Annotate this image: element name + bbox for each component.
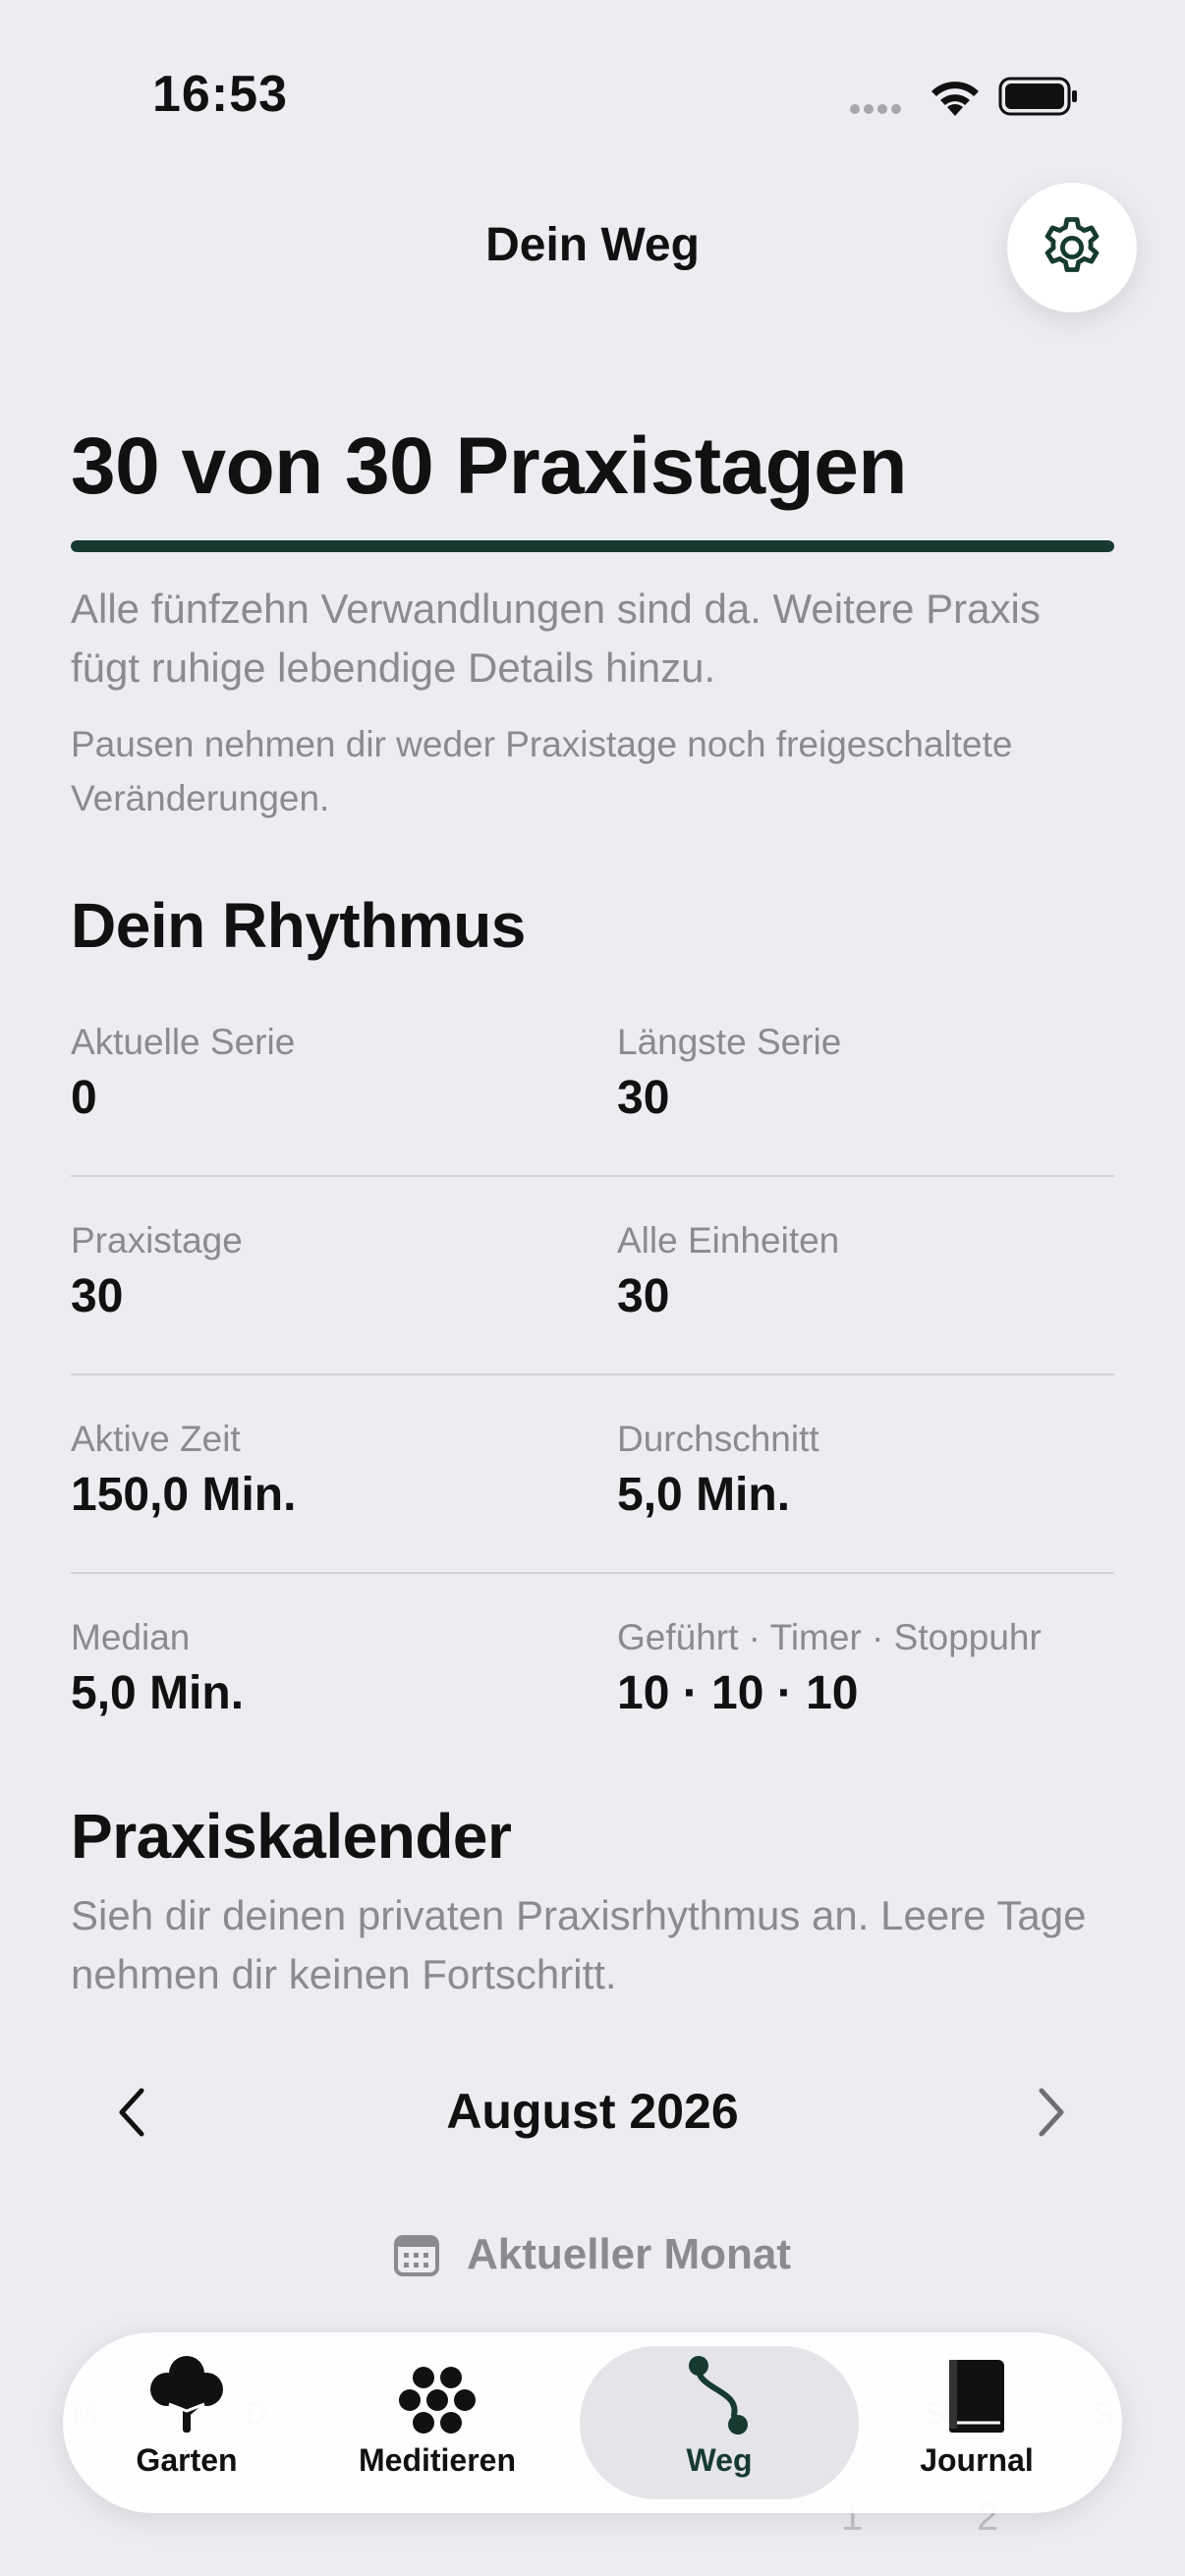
- tree-icon: [150, 2356, 223, 2433]
- stat-longest-streak: Längste Serie 30: [617, 1022, 841, 1125]
- stat-label: Aktive Zeit: [71, 1419, 241, 1459]
- calendar-month-label: August 2026: [446, 2084, 739, 2139]
- divider: [71, 1175, 1114, 1177]
- progress-bar: [71, 540, 1114, 552]
- wifi-icon: [931, 82, 979, 116]
- current-month-label: Aktueller Monat: [466, 2230, 792, 2278]
- stat-value: 5,0 Min.: [617, 1469, 791, 1521]
- stat-value: 30: [617, 1072, 670, 1124]
- book-icon: [949, 2360, 1004, 2433]
- tab-label: Garten: [136, 2442, 238, 2478]
- stat-current-streak: Aktuelle Serie 0: [71, 1022, 295, 1125]
- progress-bar-fill: [71, 540, 1114, 552]
- stat-value: 30: [617, 1270, 670, 1322]
- stat-practice-days: Praxistage 30: [71, 1220, 243, 1323]
- stat-value: 5,0 Min.: [71, 1667, 245, 1719]
- next-month-button[interactable]: [1028, 2083, 1075, 2142]
- stat-average: Durchschnitt 5,0 Min.: [617, 1419, 819, 1522]
- divider: [71, 1572, 1114, 1574]
- progress-description: Alle fünfzehn Verwandlungen sind da. Wei…: [71, 586, 1041, 691]
- stat-value: 10 · 10 · 10: [617, 1667, 859, 1719]
- current-month-button[interactable]: Aktueller Monat: [0, 2230, 1185, 2279]
- stat-label: Aktuelle Serie: [71, 1022, 296, 1062]
- section-title-rhythm: Dein Rhythmus: [71, 890, 526, 961]
- tab-garden[interactable]: Garten: [102, 2346, 271, 2499]
- flower-dots-icon: [399, 2367, 476, 2434]
- section-title-calendar: Praxiskalender: [71, 1801, 512, 1872]
- stat-median: Median 5,0 Min.: [71, 1617, 244, 1720]
- battery-icon: [998, 77, 1077, 116]
- stat-value: 0: [71, 1072, 97, 1124]
- progress-title: 30 von 30 Praxistagen: [71, 421, 907, 511]
- divider: [71, 1373, 1114, 1375]
- path-icon: [689, 2356, 748, 2435]
- stat-label: Geführt · Timer · Stoppuhr: [617, 1617, 1042, 1657]
- stat-label: Praxistage: [71, 1220, 243, 1260]
- status-time: 16:53: [152, 66, 288, 123]
- progress-note: Pausen nehmen dir weder Praxistage noch …: [71, 724, 1013, 818]
- calendar-icon: [393, 2235, 439, 2276]
- tab-meditate[interactable]: Meditieren: [348, 2346, 527, 2499]
- stat-label: Median: [71, 1617, 191, 1657]
- cellular-signal-icon: [850, 101, 909, 115]
- calendar-description: Sieh dir deinen privaten Praxisrhythmus …: [71, 1892, 1087, 1997]
- gear-icon: [1044, 217, 1100, 272]
- stat-all-sessions: Alle Einheiten 30: [617, 1220, 839, 1323]
- stat-label: Alle Einheiten: [617, 1220, 840, 1260]
- stat-value: 30: [71, 1270, 124, 1322]
- stat-label: Längste Serie: [617, 1022, 842, 1062]
- stat-mode-breakdown: Geführt · Timer · Stoppuhr 10 · 10 · 10: [617, 1617, 1042, 1720]
- stat-active-time: Aktive Zeit 150,0 Min.: [71, 1419, 296, 1522]
- tab-label: Journal: [920, 2442, 1034, 2478]
- settings-button[interactable]: [1007, 183, 1137, 312]
- tab-journal[interactable]: Journal: [888, 2346, 1065, 2499]
- tab-label: Meditieren: [358, 2442, 517, 2478]
- tab-path[interactable]: Weg: [580, 2346, 859, 2499]
- tab-bar: Garten Meditieren Weg Journal: [63, 2332, 1122, 2513]
- stat-value: 150,0 Min.: [71, 1469, 297, 1521]
- stat-label: Durchschnitt: [617, 1419, 819, 1459]
- tab-label: Weg: [686, 2442, 753, 2478]
